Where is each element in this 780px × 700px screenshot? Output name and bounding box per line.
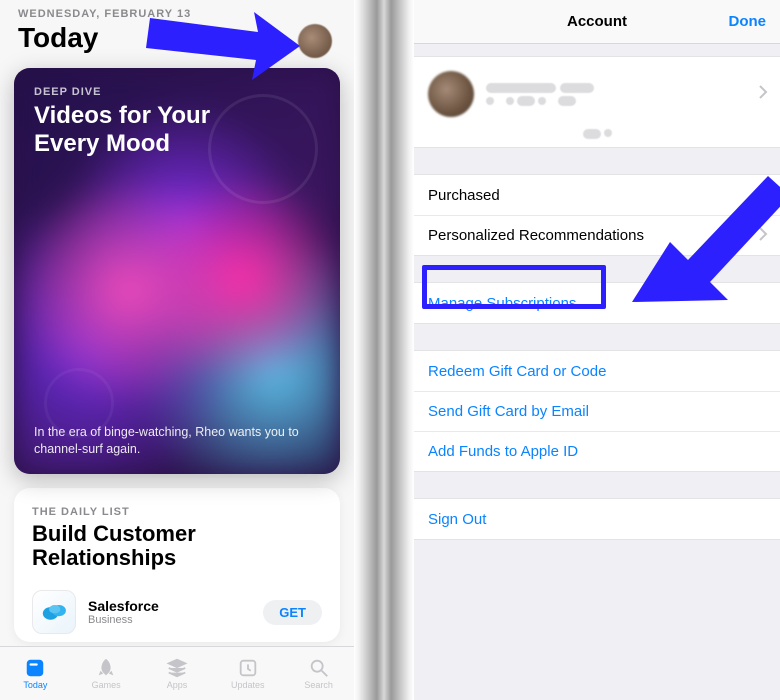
personalized-recommendations-cell[interactable]: Personalized Recommendations <box>414 215 780 255</box>
account-settings-screen: Account Done Purchased <box>414 0 780 700</box>
manage-subscriptions-cell[interactable]: Manage Subscriptions <box>414 283 780 323</box>
cell-label: Redeem Gift Card or Code <box>428 363 606 380</box>
page-title: Today <box>18 22 336 54</box>
redacted-email <box>414 123 780 147</box>
story-eyebrow: DEEP DIVE <box>34 86 320 98</box>
app-name: Salesforce <box>88 598 263 614</box>
cell-label: Manage Subscriptions <box>428 295 576 312</box>
add-funds-cell[interactable]: Add Funds to Apple ID <box>414 431 780 471</box>
get-button[interactable]: GET <box>263 600 322 625</box>
story-card-daily-list[interactable]: THE DAILY LIST Build Customer Relationsh… <box>14 488 340 642</box>
chevron-right-icon <box>758 227 768 245</box>
tab-today[interactable]: Today <box>4 657 66 690</box>
app-icon-salesforce <box>32 590 76 634</box>
profile-avatar-button[interactable] <box>298 24 332 58</box>
chevron-right-icon <box>758 186 768 204</box>
story-eyebrow: THE DAILY LIST <box>32 506 322 518</box>
app-row: Salesforce Business GET <box>32 590 322 634</box>
app-store-today-screen: WEDNESDAY, FEBRUARY 13 Today DEEP DIVE V… <box>0 0 354 700</box>
apple-id-cell[interactable] <box>414 57 780 123</box>
cell-label: Add Funds to Apple ID <box>428 443 578 460</box>
phone-divider <box>354 0 414 700</box>
today-icon <box>24 657 46 679</box>
rocket-icon <box>95 657 117 679</box>
today-header: WEDNESDAY, FEBRUARY 13 Today <box>0 0 354 58</box>
search-icon <box>308 657 330 679</box>
redacted-name <box>486 83 556 93</box>
app-category: Business <box>88 614 263 626</box>
tab-bar: Today Games Apps Updates Search <box>0 646 354 700</box>
today-date: WEDNESDAY, FEBRUARY 13 <box>18 8 336 20</box>
story-caption: In the era of binge-watching, Rheo wants… <box>34 424 320 458</box>
cell-label: Send Gift Card by Email <box>428 403 589 420</box>
story-title: Videos for Your Every Mood <box>34 102 234 157</box>
cell-label: Sign Out <box>428 511 486 528</box>
tab-apps[interactable]: Apps <box>146 657 208 690</box>
nav-bar: Account Done <box>414 0 780 44</box>
sign-out-cell[interactable]: Sign Out <box>414 499 780 539</box>
purchased-cell[interactable]: Purchased <box>414 175 780 215</box>
chevron-right-icon <box>758 85 768 103</box>
cell-label: Purchased <box>428 187 500 204</box>
layers-icon <box>166 657 188 679</box>
send-gift-card-cell[interactable]: Send Gift Card by Email <box>414 391 780 431</box>
profile-group <box>414 56 780 148</box>
updates-icon <box>237 657 259 679</box>
tab-search[interactable]: Search <box>288 657 350 690</box>
tab-updates[interactable]: Updates <box>217 657 279 690</box>
profile-photo <box>428 71 474 117</box>
nav-title: Account <box>567 13 627 30</box>
tab-games[interactable]: Games <box>75 657 137 690</box>
redeem-gift-card-cell[interactable]: Redeem Gift Card or Code <box>414 351 780 391</box>
cell-label: Personalized Recommendations <box>428 227 644 244</box>
story-title: Build Customer Relationships <box>32 522 322 570</box>
done-button[interactable]: Done <box>729 13 767 30</box>
story-card-deep-dive[interactable]: DEEP DIVE Videos for Your Every Mood In … <box>14 68 340 474</box>
